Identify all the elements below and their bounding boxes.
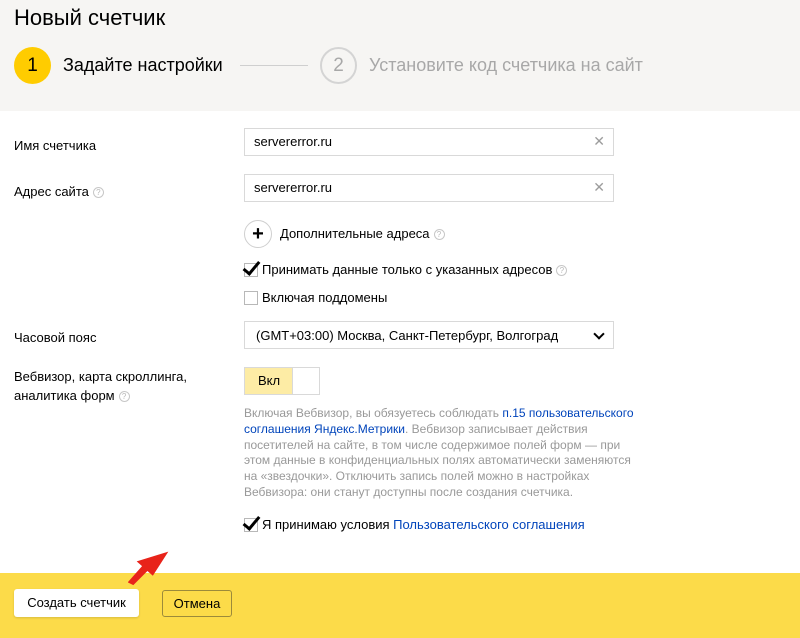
site-address-input[interactable]: servererror.ru ✕ (244, 174, 614, 202)
step-1-label: Задайте настройки (63, 55, 223, 75)
additional-addresses-text: Дополнительные адреса (280, 226, 430, 241)
timezone-label: Часовой пояс (14, 330, 97, 345)
webvisor-label: Вебвизор, карта скроллинга, аналитика фо… (14, 367, 187, 405)
step-1-circle: 1 (14, 47, 51, 84)
timezone-value: (GMT+03:00) Москва, Санкт-Петербург, Вол… (256, 328, 559, 343)
additional-addresses-label: Дополнительные адреса? (280, 226, 445, 241)
counter-name-label: Имя счетчика (14, 136, 96, 155)
site-address-label-text: Адрес сайта (14, 184, 89, 199)
chevron-down-icon (593, 328, 605, 340)
accept-terms-text: Я принимаю условия (262, 517, 394, 532)
help-icon[interactable]: ? (433, 229, 445, 241)
header: Новый счетчик 1 Задайте настройки 2 Уста… (0, 0, 800, 111)
step-2-label: Установите код счетчика на сайт (369, 55, 643, 75)
add-address-button[interactable]: + (244, 220, 272, 248)
step-divider (240, 65, 308, 66)
toggle-knob (292, 368, 319, 394)
plus-icon: + (252, 222, 264, 245)
include-subdomains-label: Включая поддомены (262, 290, 388, 305)
include-subdomains-checkbox[interactable] (244, 291, 258, 305)
cancel-button[interactable]: Отмена (162, 590, 232, 617)
timezone-select[interactable]: (GMT+03:00) Москва, Санкт-Петербург, Вол… (244, 321, 614, 349)
webvisor-toggle[interactable]: Вкл (244, 367, 320, 395)
clear-icon[interactable]: ✕ (593, 179, 605, 196)
create-counter-button[interactable]: Создать счетчик (14, 589, 139, 617)
only-specified-checkbox[interactable] (244, 263, 258, 277)
webvisor-label-line1: Вебвизор, карта скроллинга, (14, 369, 187, 384)
counter-name-value: servererror.ru (254, 134, 333, 149)
counter-name-label-text: Имя счетчика (14, 138, 97, 153)
note-text-start: Включая Вебвизор, вы обязуетесь соблюдат… (244, 406, 503, 420)
help-icon[interactable]: ? (556, 265, 568, 277)
webvisor-note: Включая Вебвизор, вы обязуетесь соблюдат… (244, 406, 644, 501)
user-agreement-link[interactable]: Пользовательского соглашения (393, 517, 585, 532)
webvisor-label-line2: аналитика форм (14, 388, 115, 403)
help-icon[interactable]: ? (92, 187, 104, 199)
only-specified-text: Принимать данные только с указанных адре… (262, 262, 553, 277)
red-arrow-icon (128, 551, 169, 586)
help-icon[interactable]: ? (118, 391, 130, 403)
clear-icon[interactable]: ✕ (593, 133, 605, 150)
page-title: Новый счетчик (14, 5, 166, 30)
site-address-label: Адрес сайта? (14, 182, 104, 201)
accept-terms-label: Я принимаю условия Пользовательского сог… (262, 517, 585, 532)
accept-terms-checkbox[interactable] (244, 518, 258, 532)
only-specified-label: Принимать данные только с указанных адре… (262, 262, 568, 277)
toggle-on-label: Вкл (245, 368, 293, 394)
step-2-circle: 2 (320, 47, 357, 84)
site-address-value: servererror.ru (254, 180, 333, 195)
counter-name-input[interactable]: servererror.ru ✕ (244, 128, 614, 156)
